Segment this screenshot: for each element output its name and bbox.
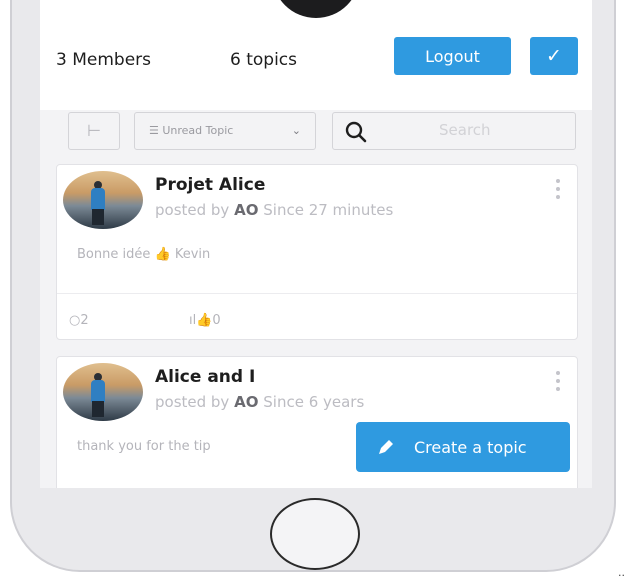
tree-view-button[interactable]: ⊢ bbox=[68, 112, 120, 150]
thumbs-up-emoji: 👍 bbox=[154, 247, 171, 262]
list-icon: ☰ bbox=[149, 124, 163, 137]
avatar bbox=[63, 363, 143, 421]
topic-title[interactable]: Alice and I bbox=[155, 367, 255, 387]
topic-since: Since 27 minutes bbox=[263, 201, 394, 219]
card-divider bbox=[57, 293, 577, 294]
topic-excerpt: Bonne idée 👍 Kevin bbox=[77, 247, 211, 262]
home-button[interactable] bbox=[270, 498, 360, 570]
filter-select-value: Unread Topic bbox=[162, 124, 234, 137]
topic-meta: posted by AO Since 27 minutes bbox=[155, 201, 394, 219]
topic-meta: posted by AO Since 6 years bbox=[155, 393, 365, 411]
search-placeholder: Search bbox=[439, 121, 491, 139]
topic-author: AO bbox=[234, 201, 259, 219]
app-screen: 3 Members 6 topics Logout ✓ ⊢ ☰ Unread T… bbox=[40, 0, 592, 488]
topics-count: 6 topics bbox=[230, 50, 298, 70]
topic-filter-select[interactable]: ☰ Unread Topic ⌄ bbox=[134, 112, 316, 150]
search-input[interactable]: Search bbox=[332, 112, 576, 150]
pencil-icon bbox=[379, 440, 393, 454]
members-count: 3 Members bbox=[56, 50, 152, 70]
comment-icon: ○ bbox=[69, 313, 81, 328]
more-vertical-icon[interactable] bbox=[555, 179, 561, 203]
create-topic-button[interactable]: Create a topic bbox=[356, 422, 570, 472]
check-button[interactable]: ✓ bbox=[530, 37, 578, 75]
topic-card[interactable]: Projet Alice posted by AO Since 27 minut… bbox=[56, 164, 578, 340]
chevron-down-icon: ⌄ bbox=[291, 124, 301, 137]
create-topic-label: Create a topic bbox=[414, 437, 527, 457]
topic-excerpt: thank you for the tip bbox=[77, 439, 211, 454]
like-count[interactable]: ıl👍0 bbox=[189, 313, 221, 328]
corner-mark: .. bbox=[618, 566, 625, 578]
topic-title[interactable]: Projet Alice bbox=[155, 175, 265, 195]
tree-icon: ⊢ bbox=[87, 121, 101, 140]
topic-since: Since 6 years bbox=[263, 393, 365, 411]
topic-author: AO bbox=[234, 393, 259, 411]
search-icon bbox=[345, 121, 367, 143]
logout-button[interactable]: Logout bbox=[394, 37, 511, 75]
thumbs-up-icon: ıl👍 bbox=[189, 313, 213, 328]
avatar bbox=[63, 171, 143, 229]
comment-count[interactable]: ○2 bbox=[69, 313, 89, 328]
more-vertical-icon[interactable] bbox=[555, 371, 561, 395]
